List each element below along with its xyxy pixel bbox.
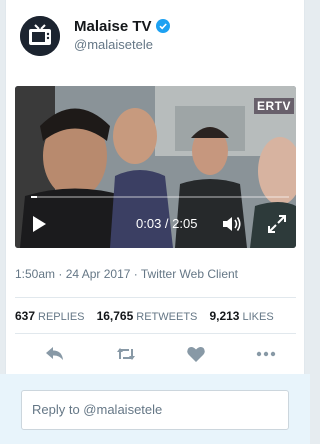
divider [15,297,296,298]
reply-area: Reply to @malaisetele [0,374,310,444]
more-icon[interactable] [256,345,276,363]
retweets-count: 16,765 [96,309,134,323]
volume-icon[interactable] [221,214,243,234]
likes-count: 9,213 [209,309,240,323]
retweets-stat[interactable]: 16,765 RETWEETS [97,309,198,323]
tv-icon [20,16,60,56]
tweet-timestamp[interactable]: 1:50am · 24 Apr 2017 · Twitter Web Clien… [15,267,238,281]
handle[interactable]: @malaisetele [74,37,153,52]
tweet-card: Malaise TV @malaisetele ERTV 0:03 / 2:05… [5,0,305,374]
video-controls: 0:03 / 2:05 [15,204,296,244]
replies-stat[interactable]: 637 REPLIES [15,309,85,323]
play-icon[interactable] [29,214,49,234]
tweet-stats: 637 REPLIES 16,765 RETWEETS 9,213 LIKES [15,309,283,323]
video-player[interactable]: ERTV 0:03 / 2:05 [15,86,296,248]
replies-count: 637 [15,309,36,323]
display-name[interactable]: Malaise TV [74,18,152,35]
tweet-actions [15,338,296,370]
progress-fill [31,196,38,198]
retweets-label: RETWEETS [136,311,198,323]
avatar[interactable] [20,16,60,56]
replies-label: REPLIES [38,311,85,323]
reply-icon[interactable] [45,345,65,363]
likes-label: LIKES [242,311,274,323]
divider [15,333,296,334]
like-icon[interactable] [186,345,206,363]
likes-stat[interactable]: 9,213 LIKES [209,309,273,323]
verified-badge-icon [155,19,170,33]
progress-bar[interactable] [31,196,289,198]
time-display: 0:03 / 2:05 [136,216,198,231]
name-line: Malaise TV [74,17,170,35]
retweet-icon[interactable] [116,345,136,363]
tweet-header: Malaise TV @malaisetele [20,16,290,58]
fullscreen-icon[interactable] [267,214,287,234]
channel-watermark: ERTV [253,98,294,114]
reply-input[interactable]: Reply to @malaisetele [21,390,289,430]
